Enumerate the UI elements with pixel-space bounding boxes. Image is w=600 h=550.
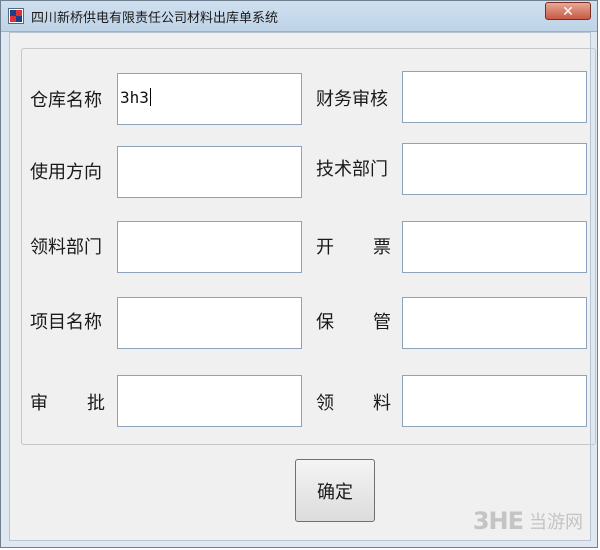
warehouse-name-label: 仓库名称 — [30, 90, 102, 111]
app-window: 四川新桥供电有限责任公司材料出库单系统 ✕ 仓库名称 使用方向 领料部门 项目名… — [0, 0, 598, 548]
finance-review-input[interactable] — [402, 71, 587, 123]
project-name-input[interactable] — [117, 297, 302, 349]
text-caret — [149, 88, 151, 106]
site-watermark: 3HE 当游网 — [473, 507, 583, 535]
material-receiver-input[interactable] — [402, 375, 587, 427]
app-icon — [8, 8, 24, 24]
usage-direction-input[interactable] — [117, 146, 302, 198]
invoicing-input[interactable] — [402, 221, 587, 273]
confirm-button[interactable]: 确定 — [295, 459, 375, 522]
material-receiver-label: 领料 — [316, 393, 391, 414]
invoicing-label: 开票 — [316, 237, 391, 258]
watermark-text: 当游网 — [529, 512, 583, 533]
approval-label: 审批 — [30, 393, 105, 414]
project-name-label: 项目名称 — [30, 312, 102, 333]
finance-review-label: 财务审核 — [316, 89, 388, 110]
window-title: 四川新桥供电有限责任公司材料出库单系统 — [31, 11, 279, 26]
custodian-input[interactable] — [402, 297, 587, 349]
custodian-label: 保管 — [316, 312, 391, 333]
watermark-logo: 3HE — [472, 507, 524, 535]
technical-dept-input[interactable] — [402, 143, 587, 195]
close-button[interactable]: ✕ — [545, 2, 591, 20]
warehouse-name-input[interactable]: 3h3 — [117, 73, 302, 125]
approval-input[interactable] — [117, 375, 302, 427]
technical-dept-label: 技术部门 — [316, 159, 388, 180]
client-area: 仓库名称 使用方向 领料部门 项目名称 审批 3h3 财务审核 技术部门 开票 … — [9, 32, 596, 541]
title-bar[interactable]: 四川新桥供电有限责任公司材料出库单系统 ✕ — [1, 1, 597, 32]
requisition-dept-input[interactable] — [117, 221, 302, 273]
requisition-dept-label: 领料部门 — [30, 237, 102, 258]
usage-direction-label: 使用方向 — [30, 162, 102, 183]
